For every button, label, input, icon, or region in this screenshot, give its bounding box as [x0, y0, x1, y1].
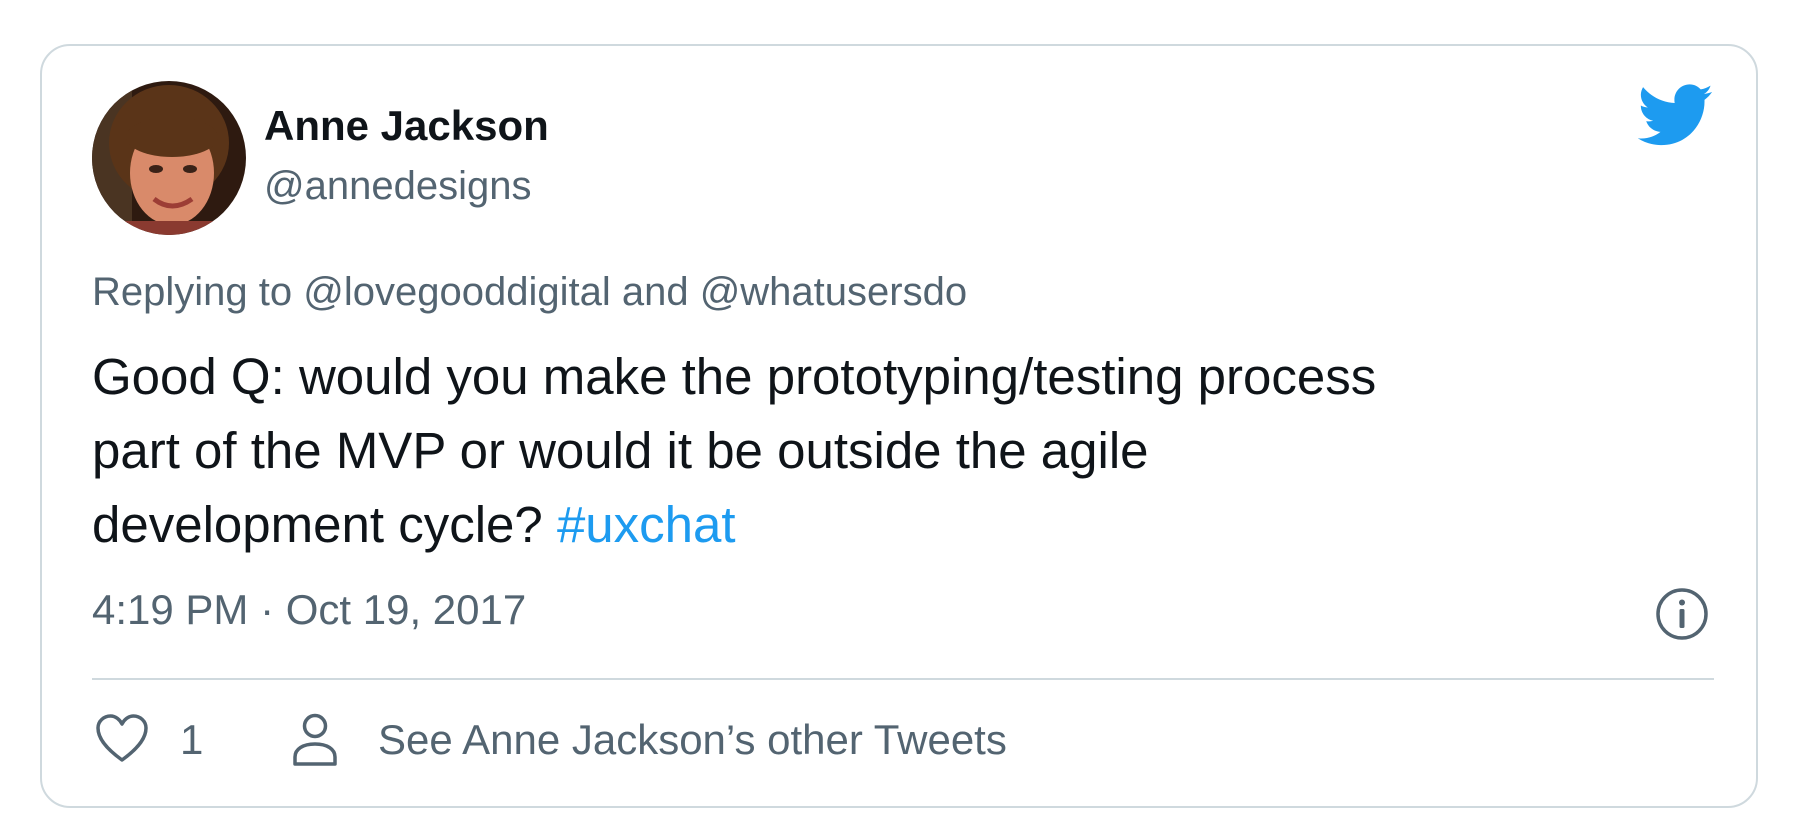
replying-to: Replying to @lovegooddigital and @whatus…	[92, 270, 967, 315]
avatar-image	[92, 81, 246, 235]
author-name[interactable]: Anne Jackson	[264, 102, 549, 150]
heart-icon[interactable]	[94, 713, 150, 765]
tweet-text: Good Q: would you make the prototyping/t…	[92, 340, 1692, 562]
divider	[92, 678, 1714, 680]
author-handle[interactable]: @annedesigns	[264, 164, 531, 209]
like-count: 1	[180, 716, 204, 763]
tweet-timestamp[interactable]: 4:19 PM · Oct 19, 2017	[92, 586, 526, 634]
avatar[interactable]	[92, 81, 246, 235]
hashtag-link[interactable]: #uxchat	[557, 496, 736, 553]
tweet-text-line: part of the MVP or would it be outside t…	[92, 422, 1149, 479]
tweet-card: Anne Jackson @annedesigns Replying to @l…	[40, 44, 1758, 808]
replying-prefix: Replying to	[92, 270, 304, 314]
tweet-text-line: Good Q: would you make the prototyping/t…	[92, 348, 1377, 405]
reply-mention-2[interactable]: @whatusersdo	[700, 270, 967, 314]
tweet-text-line: development cycle?	[92, 496, 557, 553]
person-icon[interactable]	[290, 712, 340, 768]
info-icon[interactable]	[1654, 586, 1710, 642]
twitter-bird-icon[interactable]	[1638, 84, 1714, 148]
replying-and: and	[610, 270, 700, 314]
see-other-tweets-link[interactable]: See Anne Jackson’s other Tweets	[378, 716, 1007, 764]
reply-mention-1[interactable]: @lovegooddigital	[303, 270, 610, 314]
